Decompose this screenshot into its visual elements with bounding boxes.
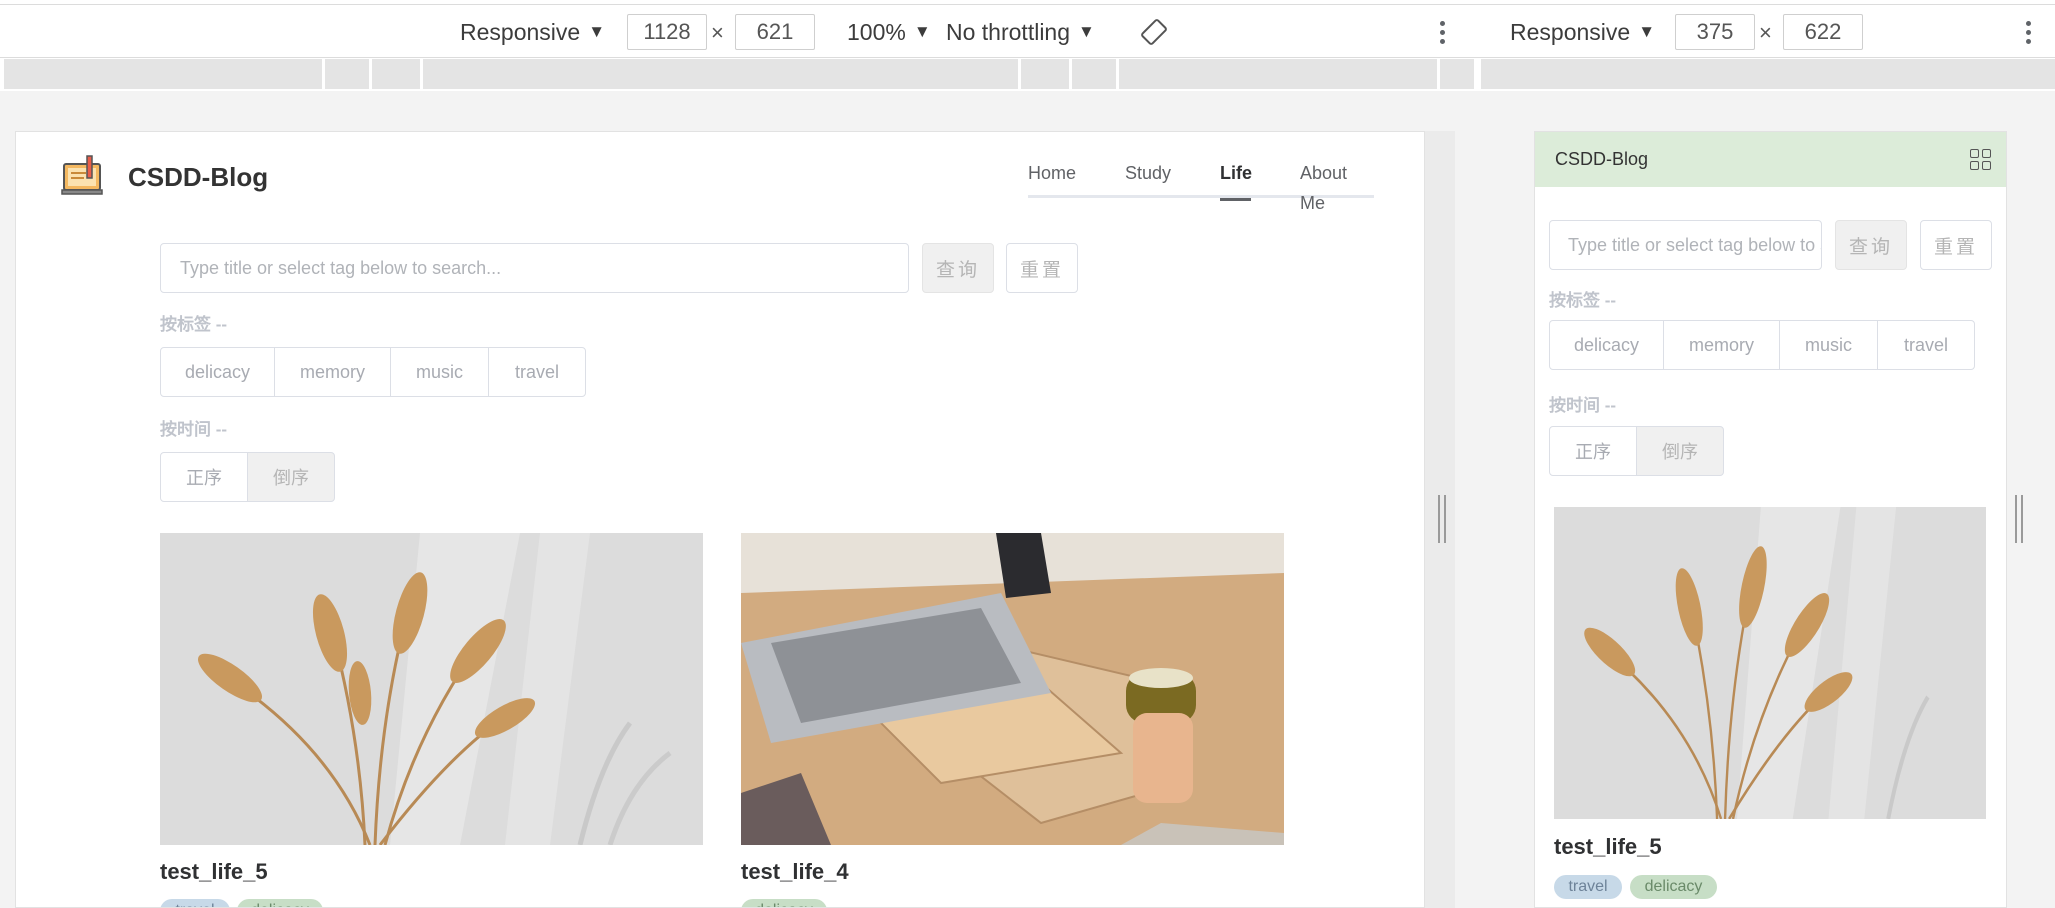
post-title[interactable]: test_life_5 bbox=[160, 859, 268, 885]
rotate-icon[interactable] bbox=[1140, 5, 1168, 59]
media-query-bar[interactable] bbox=[1119, 59, 1437, 89]
tag-travel[interactable]: travel bbox=[1877, 320, 1975, 370]
dropdown-caret-icon: ▼ bbox=[588, 22, 606, 41]
time-order-group: 正序 倒序 bbox=[1549, 426, 1724, 476]
resize-handle-icon[interactable] bbox=[1438, 495, 1446, 543]
post-image-pampas[interactable] bbox=[1554, 507, 1986, 819]
nav-about-me[interactable]: About Me bbox=[1300, 158, 1374, 213]
width-input-left[interactable]: 1128 bbox=[627, 14, 707, 50]
media-query-bar[interactable] bbox=[1481, 59, 2055, 89]
media-query-bar[interactable] bbox=[4, 59, 322, 89]
reset-button[interactable]: 重置 bbox=[1006, 243, 1078, 293]
more-options-icon[interactable] bbox=[2025, 21, 2031, 44]
device-toolbar: Responsive ▼ 1128 × 621 100% ▼ No throttli… bbox=[0, 4, 2055, 58]
mobile-header: CSDD-Blog bbox=[1535, 132, 2006, 187]
query-button[interactable]: 查询 bbox=[1835, 220, 1907, 270]
zoom-select[interactable]: 100% ▼ bbox=[847, 5, 931, 59]
media-query-bar[interactable] bbox=[1021, 59, 1069, 89]
brand-title[interactable]: CSDD-Blog bbox=[1555, 149, 1648, 170]
height-input-left[interactable]: 621 bbox=[735, 14, 815, 50]
post-tag[interactable]: delicacy bbox=[237, 899, 323, 907]
tag-delicacy[interactable]: delicacy bbox=[160, 347, 275, 397]
order-ascending[interactable]: 正序 bbox=[160, 452, 248, 502]
device-select-right[interactable]: Responsive ▼ bbox=[1510, 5, 1655, 59]
media-query-bar[interactable] bbox=[1072, 59, 1116, 89]
tag-memory[interactable]: memory bbox=[1663, 320, 1780, 370]
order-descending[interactable]: 倒序 bbox=[1636, 426, 1724, 476]
main-nav: Home Study Life About Me bbox=[1028, 158, 1374, 213]
blog-logo-icon bbox=[61, 155, 103, 195]
dropdown-caret-icon: ▼ bbox=[1638, 22, 1656, 41]
reset-button[interactable]: 重置 bbox=[1920, 220, 1992, 270]
media-query-bar[interactable] bbox=[1440, 59, 1474, 89]
tag-filter-group: delicacy memory music travel bbox=[1549, 320, 1975, 370]
resize-handle-icon[interactable] bbox=[2015, 495, 2023, 543]
dropdown-caret-icon: ▼ bbox=[1078, 22, 1095, 41]
tag-delicacy[interactable]: delicacy bbox=[1549, 320, 1664, 370]
desktop-viewport: CSDD-Blog Home Study Life About Me Type … bbox=[15, 131, 1425, 908]
search-input[interactable]: Type title or select tag below to search… bbox=[160, 243, 909, 293]
mobile-viewport: CSDD-Blog Type title or select tag below… bbox=[1534, 131, 2007, 908]
times-sign: × bbox=[711, 20, 724, 45]
nav-study[interactable]: Study bbox=[1125, 158, 1220, 198]
query-button[interactable]: 查询 bbox=[922, 243, 994, 293]
throttling-select[interactable]: No throttling ▼ bbox=[946, 5, 1095, 59]
throttling-label: No throttling bbox=[946, 18, 1071, 45]
brand-title[interactable]: CSDD-Blog bbox=[128, 162, 268, 193]
tag-music[interactable]: music bbox=[390, 347, 489, 397]
width-input-right[interactable]: 375 bbox=[1675, 14, 1755, 50]
search-input[interactable]: Type title or select tag below to search… bbox=[1549, 220, 1822, 270]
post-title[interactable]: test_life_5 bbox=[1554, 834, 1662, 860]
tag-travel[interactable]: travel bbox=[488, 347, 586, 397]
tag-memory[interactable]: memory bbox=[274, 347, 391, 397]
post-tag[interactable]: travel bbox=[1554, 875, 1622, 899]
nav-life[interactable]: Life bbox=[1220, 158, 1252, 201]
tag-filter-label: 按标签 -- bbox=[160, 315, 228, 334]
height-input-right[interactable]: 622 bbox=[1783, 14, 1863, 50]
media-query-bar[interactable] bbox=[372, 59, 420, 89]
device-select-label: Responsive bbox=[460, 18, 581, 45]
post-tag[interactable]: travel bbox=[160, 899, 230, 907]
tag-music[interactable]: music bbox=[1779, 320, 1878, 370]
times-sign: × bbox=[1759, 20, 1772, 45]
order-descending[interactable]: 倒序 bbox=[247, 452, 335, 502]
dropdown-caret-icon: ▼ bbox=[913, 22, 931, 41]
menu-grid-icon[interactable] bbox=[1970, 149, 1992, 171]
order-ascending[interactable]: 正序 bbox=[1549, 426, 1637, 476]
device-select-label: Responsive bbox=[1510, 18, 1631, 45]
post-tag[interactable]: delicacy bbox=[741, 899, 827, 907]
post-tag[interactable]: delicacy bbox=[1630, 875, 1717, 899]
time-filter-label: 按时间 -- bbox=[160, 420, 228, 439]
tag-filter-group: delicacy memory music travel bbox=[160, 347, 586, 397]
post-image-laptop[interactable] bbox=[741, 533, 1284, 845]
post-image-pampas[interactable] bbox=[160, 533, 703, 845]
post-title[interactable]: test_life_4 bbox=[741, 859, 849, 885]
nav-home[interactable]: Home bbox=[1028, 158, 1125, 198]
media-query-bar[interactable] bbox=[423, 59, 1018, 89]
tag-filter-label: 按标签 -- bbox=[1549, 291, 1617, 310]
media-query-ruler bbox=[0, 58, 2055, 91]
zoom-label: 100% bbox=[847, 18, 906, 45]
device-select-left[interactable]: Responsive ▼ bbox=[460, 5, 605, 59]
media-query-bar[interactable] bbox=[325, 59, 369, 89]
time-order-group: 正序 倒序 bbox=[160, 452, 335, 502]
time-filter-label: 按时间 -- bbox=[1549, 396, 1617, 415]
mobile-gutter bbox=[1480, 131, 1534, 908]
more-options-icon[interactable] bbox=[1439, 21, 1445, 44]
